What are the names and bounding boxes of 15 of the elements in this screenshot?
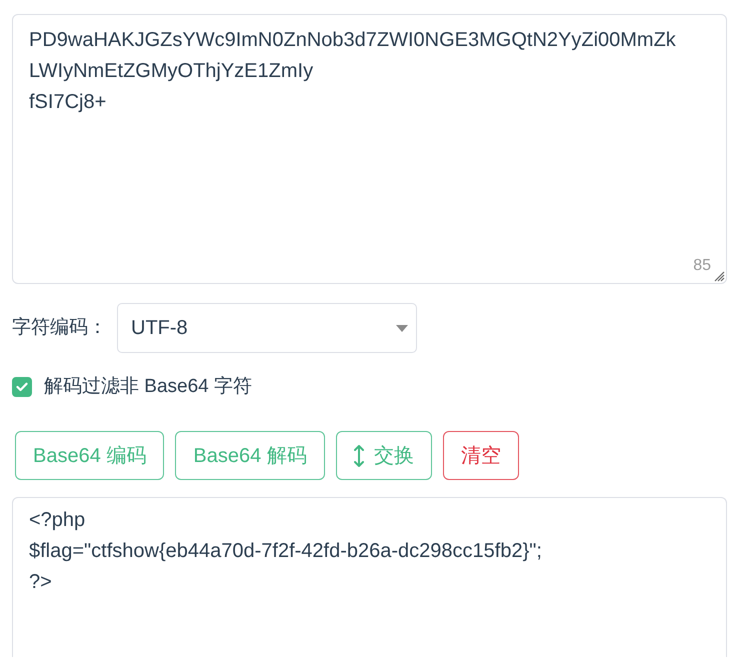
resize-grip-icon[interactable]	[713, 270, 725, 282]
up-down-arrow-icon	[354, 444, 364, 466]
checkmark-icon	[16, 382, 28, 392]
character-count: 85	[693, 257, 711, 275]
clear-button[interactable]: 清空	[442, 431, 519, 480]
caret-icon	[396, 324, 408, 332]
action-button[interactable]: Base64 解码	[175, 431, 325, 480]
base64-input-field[interactable]: PD9waHAKJGZsYWc9ImN0ZnNob3d7ZWI0NGE3MGQtN2YyZi00MmZk LWIyNmEtZGMyOThjYzE1ZmIy fSI7Cj8+ 85	[12, 14, 727, 284]
filter-checkbox[interactable]	[12, 377, 32, 397]
filter-option-label: 解码过滤非 Base64 字符	[44, 375, 252, 399]
encoding-select[interactable]: UTF-8	[117, 303, 417, 353]
output-field[interactable]: <?php $flag="ctfshow{eb44a70d-7f2f-42fd-b26a-dc298cc15fb2}"; ?>	[12, 497, 727, 657]
action-button[interactable]: Base64 编码	[15, 431, 164, 480]
encoding-label: 字符编码：	[12, 316, 107, 340]
swap-button[interactable]: 交换	[336, 431, 432, 480]
